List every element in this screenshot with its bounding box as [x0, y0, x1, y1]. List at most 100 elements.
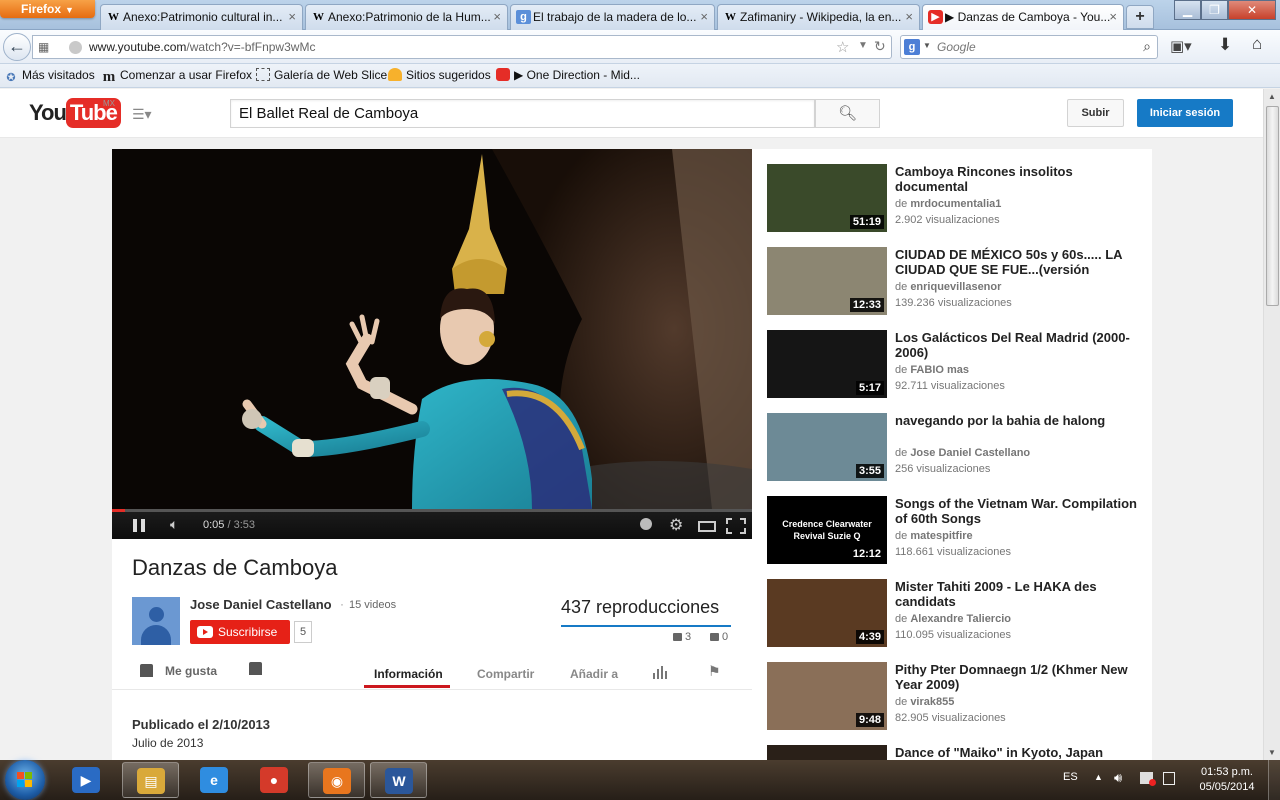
url-text[interactable]: www.youtube.com/watch?v=-bfFnpw3wMc — [89, 40, 315, 54]
back-button[interactable]: ← — [3, 33, 31, 61]
minimize-icon[interactable]: ▁ — [1174, 0, 1201, 20]
search-icon[interactable]: ⌕ — [1143, 38, 1151, 55]
bookmark-web-slice[interactable]: Galería de Web Slice — [256, 68, 387, 82]
related-video-thumbnail[interactable]: 5:17 — [767, 330, 887, 398]
tab-add-to[interactable]: Añadir a — [570, 667, 618, 681]
tab-close-icon[interactable]: × — [1109, 5, 1117, 29]
dislike-button[interactable] — [249, 662, 274, 676]
taskbar-app-chrome[interactable]: ● — [246, 762, 303, 798]
channel-name[interactable]: Alexandre Taliercio — [910, 613, 1011, 625]
reload-icon[interactable]: ↻ — [874, 38, 886, 55]
network-icon[interactable] — [1140, 772, 1156, 786]
related-video-thumbnail[interactable]: 9:48 — [767, 662, 887, 730]
related-video-thumbnail[interactable]: 51:19 — [767, 164, 887, 232]
related-video-title[interactable]: Los Galácticos Del Real Madrid (2000-200… — [895, 330, 1145, 360]
taskbar-app-firefox[interactable]: ◉ — [308, 762, 365, 798]
channel-name[interactable]: Jose Daniel Castellano — [910, 447, 1030, 459]
browser-search-box[interactable]: g ▼ Google ⌕ — [900, 35, 1158, 59]
related-video-item[interactable]: 51:19 Camboya Rincones insolitos document… — [767, 164, 1147, 234]
related-video-thumbnail[interactable]: 12:33 — [767, 247, 887, 315]
channel-name[interactable]: enriquevillasenor — [910, 281, 1001, 293]
channel-name[interactable]: FABIO mas — [910, 364, 969, 376]
channel-name[interactable]: virak855 — [910, 696, 954, 708]
system-clock[interactable]: 01:53 p.m. 05/05/2014 — [1192, 765, 1262, 795]
search-button[interactable]: 🔍︎ — [815, 99, 880, 128]
related-video-item[interactable]: Credence Clearwater Revival Suzie Q 12:12… — [767, 496, 1147, 566]
volume-icon[interactable]: 🔈︎ — [170, 516, 178, 533]
video-frame[interactable] — [112, 149, 752, 509]
action-center-icon[interactable] — [1163, 772, 1175, 785]
related-video-thumbnail[interactable]: 4:39 — [767, 579, 887, 647]
tab-close-icon[interactable]: × — [905, 5, 913, 29]
related-video-item[interactable]: 4:39 Mister Tahiti 2009 - Le HAKA des can… — [767, 579, 1147, 649]
taskbar-app-word[interactable]: W — [370, 762, 427, 798]
address-bar[interactable]: ▦ www.youtube.com/watch?v=-bfFnpw3wMc ☆ … — [32, 35, 892, 59]
channel-name[interactable]: mrdocumentalia1 — [910, 198, 1001, 210]
upload-button[interactable]: Subir — [1067, 99, 1124, 127]
taskbar-app-explorer[interactable]: ▤ — [122, 762, 179, 798]
statistics-icon[interactable] — [653, 666, 668, 679]
tab-close-icon[interactable]: × — [700, 5, 708, 29]
related-video-title[interactable]: Songs of the Vietnam War. Compilation of… — [895, 496, 1145, 526]
like-button[interactable]: Me gusta — [140, 664, 217, 678]
taskbar-app-internet-explorer[interactable]: e — [186, 762, 243, 798]
related-video-thumbnail[interactable]: 3:55 — [767, 413, 887, 481]
settings-gear-icon[interactable]: ⚙ — [669, 515, 683, 535]
fullscreen-icon[interactable] — [726, 518, 746, 534]
pause-icon[interactable] — [133, 519, 146, 532]
related-video-item[interactable]: 9:48 Pithy Pter Domnaegn 1/2 (Khmer New Y… — [767, 662, 1147, 732]
channel-name[interactable]: matespitfire — [910, 530, 972, 542]
tab-close-icon[interactable]: × — [493, 5, 501, 29]
firefox-menu-button[interactable]: Firefox ▼ — [0, 0, 95, 18]
report-flag-icon[interactable]: ⚑ — [708, 663, 721, 680]
browser-tab[interactable]: W Zafimaniry - Wikipedia, la en... × — [717, 4, 920, 30]
video-player[interactable]: 🔈︎ 0:05 / 3:53 ⚙ — [112, 149, 752, 539]
related-video-title[interactable]: CIUDAD DE MÉXICO 50s y 60s..... LA CIUDA… — [895, 247, 1145, 277]
volume-icon[interactable]: 🔊︎ — [1114, 770, 1122, 786]
bookmark-suggested-sites[interactable]: Sitios sugeridos — [388, 68, 491, 82]
chevron-down-icon[interactable]: ▼ — [923, 41, 931, 50]
close-window-icon[interactable]: ✕ — [1228, 0, 1276, 20]
bookmark-most-visited[interactable]: ✪ Más visitados — [4, 68, 94, 84]
related-video-title[interactable]: Dance of "Maiko" in Kyoto, Japan — [895, 745, 1145, 760]
history-dropdown-icon[interactable]: ▼ — [858, 40, 868, 51]
related-video-title[interactable]: Camboya Rincones insolitos documental — [895, 164, 1145, 194]
home-icon[interactable]: ⌂ — [1252, 34, 1262, 54]
guide-menu-icon[interactable]: ☰▾ — [132, 106, 152, 123]
show-desktop-button[interactable] — [1268, 760, 1280, 800]
tab-close-icon[interactable]: × — [288, 5, 296, 29]
youtube-logo[interactable]: You Tube MX — [29, 98, 121, 128]
bookmark-star-icon[interactable]: ☆ — [836, 38, 849, 56]
browser-tab[interactable]: g El trabajo de la madera de lo... × — [510, 4, 715, 30]
related-video-item[interactable]: 12:33 CIUDAD DE MÉXICO 50s y 60s..... LA … — [767, 247, 1147, 317]
download-icon[interactable]: ⬇ — [1218, 35, 1232, 55]
tab-share[interactable]: Compartir — [477, 667, 534, 681]
language-indicator[interactable]: ES — [1063, 771, 1078, 783]
page-scrollbar[interactable]: ▲ ▼ — [1263, 89, 1280, 760]
channel-avatar[interactable] — [132, 597, 180, 645]
taskbar-app-media-player[interactable]: ▶ — [58, 762, 115, 798]
theater-mode-icon[interactable] — [698, 521, 716, 532]
show-hidden-icons-icon[interactable]: ▲ — [1094, 772, 1103, 782]
scroll-down-icon[interactable]: ▼ — [1268, 748, 1276, 757]
channel-name-link[interactable]: Jose Daniel Castellano — [190, 597, 332, 612]
tab-information[interactable]: Información — [374, 667, 443, 681]
sign-in-button[interactable]: Iniciar sesión — [1137, 99, 1233, 127]
channel-video-count-link[interactable]: 15 videos — [349, 599, 396, 611]
browser-tab[interactable]: W Anexo:Patrimonio de la Hum... × — [305, 4, 508, 30]
subscribe-button[interactable]: Suscribirse — [190, 620, 290, 644]
bookmark-one-direction[interactable]: ▶ One Direction - Mid... — [496, 68, 640, 82]
bookmark-getting-started[interactable]: m Comenzar a usar Firefox — [102, 68, 252, 85]
scroll-thumb[interactable] — [1266, 106, 1279, 306]
related-video-thumbnail[interactable]: Credence Clearwater Revival Suzie Q 12:12 — [767, 496, 887, 564]
new-tab-button[interactable]: + — [1126, 5, 1154, 29]
related-video-item[interactable]: Dance of "Maiko" in Kyoto, Japan — [767, 745, 1147, 760]
search-input[interactable]: El Ballet Real de Camboya — [230, 99, 815, 128]
scroll-up-icon[interactable]: ▲ — [1268, 92, 1276, 101]
browser-tab[interactable]: W Anexo:Patrimonio cultural in... × — [100, 4, 303, 30]
related-video-item[interactable]: 5:17 Los Galácticos Del Real Madrid (2000… — [767, 330, 1147, 400]
restore-icon[interactable]: ❐ — [1201, 0, 1228, 20]
watch-later-icon[interactable] — [640, 518, 652, 530]
google-search-engine-icon[interactable]: g — [904, 39, 920, 55]
start-button[interactable] — [5, 760, 45, 800]
